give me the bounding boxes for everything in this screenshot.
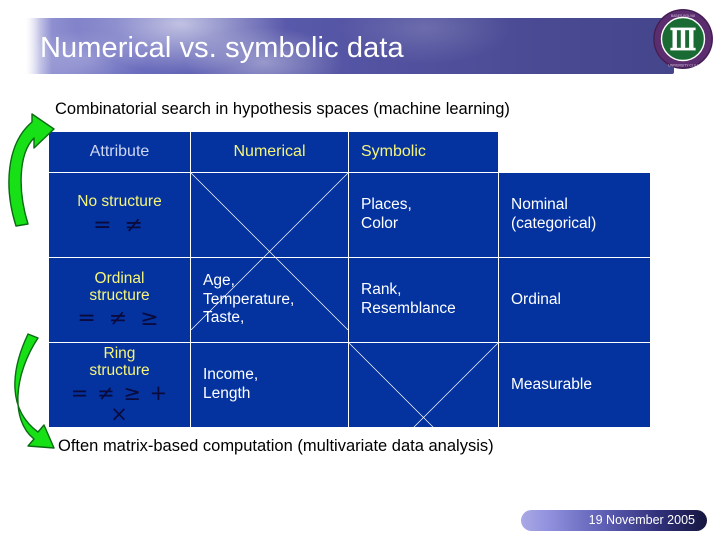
table-row: No structure = ≠ Places, Color Nominal (… (48, 172, 651, 258)
structure-operators: = ≠ ≥ (77, 306, 162, 332)
cell-text-line: Temperature, (203, 290, 295, 308)
cell-numerical-age-temperature-taste: Age, Temperature, Taste, (190, 257, 349, 343)
cell-text-line: Color (361, 215, 399, 232)
date-badge: 19 November 2005 (521, 510, 707, 531)
header-cell-numerical: Numerical (190, 131, 349, 173)
cell-text-line: Nominal (511, 196, 568, 214)
cell-text-line: Age, (203, 271, 235, 289)
header-cell-attribute: Attribute (48, 131, 191, 173)
arrow-up-curved-icon (2, 110, 64, 230)
header-label-symbolic: Symbolic (361, 143, 426, 161)
table-row: Ordinal structure = ≠ ≥ Age, Temperature… (48, 257, 651, 343)
table-row: Ring structure = ≠ ≥ + × Income, Length … (48, 342, 651, 428)
cell-numerical-empty (190, 172, 349, 258)
cell-text-line: Income, (203, 366, 259, 384)
cell-text-line: Length (203, 385, 251, 402)
structure-label: structure (89, 287, 150, 304)
numerical-vs-symbolic-table: Attribute Numerical Symbolic No structur… (48, 131, 651, 428)
header-cell-empty (498, 131, 651, 173)
structure-label: No structure (77, 193, 162, 211)
cell-text-line: Places, (361, 196, 412, 214)
cell-structure-ordinal: Ordinal structure = ≠ ≥ (48, 257, 191, 343)
cell-text-line: Taste, (203, 309, 245, 327)
structure-label: Ring (103, 344, 136, 362)
cell-scale-measurable: Measurable (498, 342, 651, 428)
cell-numerical-income-length: Income, Length (190, 342, 349, 428)
university-seal-logo: BABES-BOLYAI UNIVERSITY CLUJ (652, 8, 714, 70)
cell-text-line: Measurable (511, 375, 592, 393)
cell-scale-ordinal: Ordinal (498, 257, 651, 343)
structure-label: structure (89, 362, 150, 379)
structure-label: Ordinal (94, 269, 145, 287)
date-label: 19 November 2005 (588, 513, 695, 527)
cell-symbolic-empty (348, 342, 499, 428)
header-label-numerical: Numerical (233, 143, 306, 161)
arrow-down-curved-icon (4, 332, 66, 450)
subtitle-text: Combinatorial search in hypothesis space… (55, 100, 510, 118)
cell-text-line: Resemblance (361, 300, 456, 317)
cell-structure-no-structure: No structure = ≠ (48, 172, 191, 258)
cell-text-line: Ordinal (511, 290, 561, 308)
header-cell-symbolic: Symbolic (348, 131, 499, 173)
cell-scale-nominal: Nominal (categorical) (498, 172, 651, 258)
footnote-text: Often matrix-based computation (multivar… (58, 437, 494, 455)
cell-structure-ring: Ring structure = ≠ ≥ + × (48, 342, 191, 428)
cell-symbolic-places-color: Places, Color (348, 172, 499, 258)
page-title: Numerical vs. symbolic data (40, 32, 404, 64)
table-header-row: Attribute Numerical Symbolic (48, 131, 651, 173)
structure-operators: = ≠ (93, 212, 146, 238)
cell-text-line: (categorical) (511, 215, 597, 232)
structure-operators: = ≠ ≥ + × (70, 381, 169, 427)
svg-text:BABES-BOLYAI: BABES-BOLYAI (671, 14, 695, 18)
header-label-attribute: Attribute (89, 143, 150, 161)
cell-symbolic-rank-resemblance: Rank, Resemblance (348, 257, 499, 343)
cell-text-line: Rank, (361, 281, 402, 299)
svg-text:UNIVERSITY CLUJ: UNIVERSITY CLUJ (668, 64, 698, 68)
